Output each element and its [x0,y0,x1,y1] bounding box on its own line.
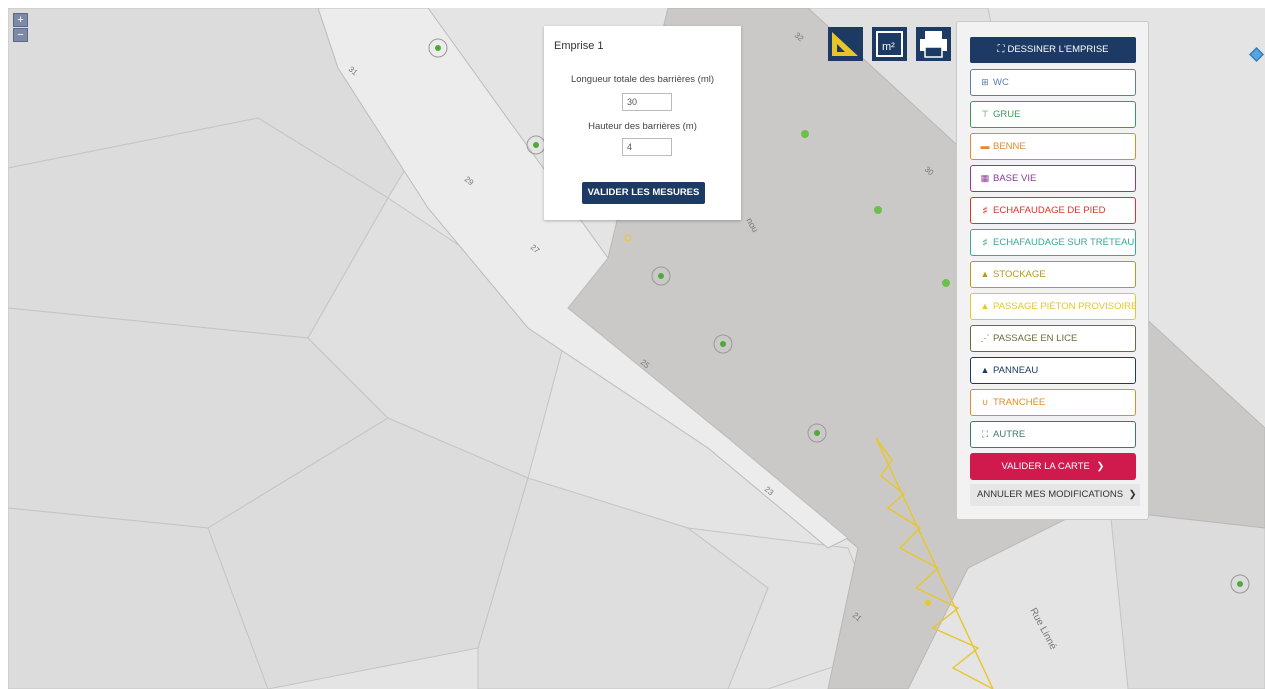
draw-emprise-button[interactable]: ⛶ DESSINER L'EMPRISE [970,37,1136,63]
validate-measures-button[interactable]: VALIDER LES MESURES [582,182,705,204]
cancel-modifications-button[interactable]: ANNULER MES MODIFICATIONS ❯ [970,484,1140,506]
panel-item-label: STOCKAGE [993,269,1046,280]
site-base-icon: ▦ [980,173,990,183]
zoom-out-button[interactable]: − [13,28,28,42]
emprise-popup: Emprise 1 Longueur totale des barrières … [544,26,741,220]
panel-item-label: BASE VIE [993,173,1037,184]
ruler-button[interactable] [828,27,863,61]
lice-passage-icon: ⋰ [980,333,990,343]
panel-item-label: PASSAGE PIÉTON PROVISOIRE [993,301,1136,312]
length-input[interactable] [622,93,672,111]
draw-emprise-label: DESSINER L'EMPRISE [1007,44,1109,55]
storage-icon: ▲ [980,269,990,279]
panel-item-label: WC [993,77,1009,88]
panel-item-label: PASSAGE EN LICE [993,333,1078,344]
layers-button[interactable] [1248,46,1265,63]
wc-icon: ⊞ [981,77,989,87]
printer-icon [916,27,951,61]
panel-item-label: AUTRE [993,429,1026,440]
print-button[interactable] [916,27,951,61]
validate-map-label: VALIDER LA CARTE [1001,461,1090,472]
trench-icon: ∪ [981,397,989,407]
element-panel: ⛶ DESSINER L'EMPRISE ⊞ WC ⊤ GRUE ▬ BENNE ▦ BASE … [956,21,1149,520]
validate-map-button[interactable]: VALIDER LA CARTE ❯ [970,453,1136,480]
panel-item-label: ECHAFAUDAGE SUR TRÉTEAU [993,237,1135,248]
panel-item-grue[interactable]: ⊤ GRUE [970,101,1136,128]
panel-item-autre[interactable]: ⛶ AUTRE [970,421,1136,448]
panel-item-label: GRUE [993,109,1021,120]
chevron-right-icon: ❯ [1096,461,1105,472]
panel-item-benne[interactable]: ▬ BENNE [970,133,1136,160]
popup-title: Emprise 1 [554,40,604,52]
length-label: Longueur totale des barrières (ml) [570,74,715,85]
panel-item-echafaudage-de-pied[interactable]: ♯ ECHAFAUDAGE DE PIED [970,197,1136,224]
pedestrian-passage-icon: ▲ [980,301,990,311]
panel-item-passage-pi-ton-provisoire[interactable]: ▲ PASSAGE PIÉTON PROVISOIRE [970,293,1136,320]
trestle-scaffolding-icon: ♯ [982,237,988,247]
scaffolding-icon: ♯ [982,205,988,215]
crane-icon: ⊤ [981,109,989,119]
panel-item-label: BENNE [993,141,1026,152]
area-measure-icon: m² [872,27,907,61]
crosshair-icon: ⛶ [997,44,1005,55]
layers-icon [1249,47,1264,62]
panel-item-panneau[interactable]: ▲ PANNEAU [970,357,1136,384]
sign-panel-icon: ▲ [980,365,990,375]
panel-item-base-vie[interactable]: ▦ BASE VIE [970,165,1136,192]
panel-item-echafaudage-sur-tr-teau[interactable]: ♯ ECHAFAUDAGE SUR TRÉTEAU [970,229,1136,256]
panel-item-stockage[interactable]: ▲ STOCKAGE [970,261,1136,288]
cancel-label: ANNULER MES MODIFICATIONS [977,489,1124,500]
panel-item-tranch-e[interactable]: ∪ TRANCHÉE [970,389,1136,416]
panel-item-label: PANNEAU [993,365,1039,376]
height-label: Hauteur des barrières (m) [588,121,697,132]
height-input[interactable] [622,138,672,156]
panel-item-wc[interactable]: ⊞ WC [970,69,1136,96]
ruler-icon [828,27,863,61]
panel-item-label: TRANCHÉE [993,397,1046,408]
panel-item-label: ECHAFAUDAGE DE PIED [993,205,1106,216]
other-icon: ⛶ [981,429,989,439]
dumpster-icon: ▬ [980,141,990,151]
zoom-in-button[interactable]: + [13,13,28,27]
area-measure-button[interactable]: m² [872,27,907,61]
area-label: m² [882,41,895,53]
panel-item-passage-en-lice[interactable]: ⋰ PASSAGE EN LICE [970,325,1136,352]
chevron-right-icon: ❯ [1128,489,1137,500]
